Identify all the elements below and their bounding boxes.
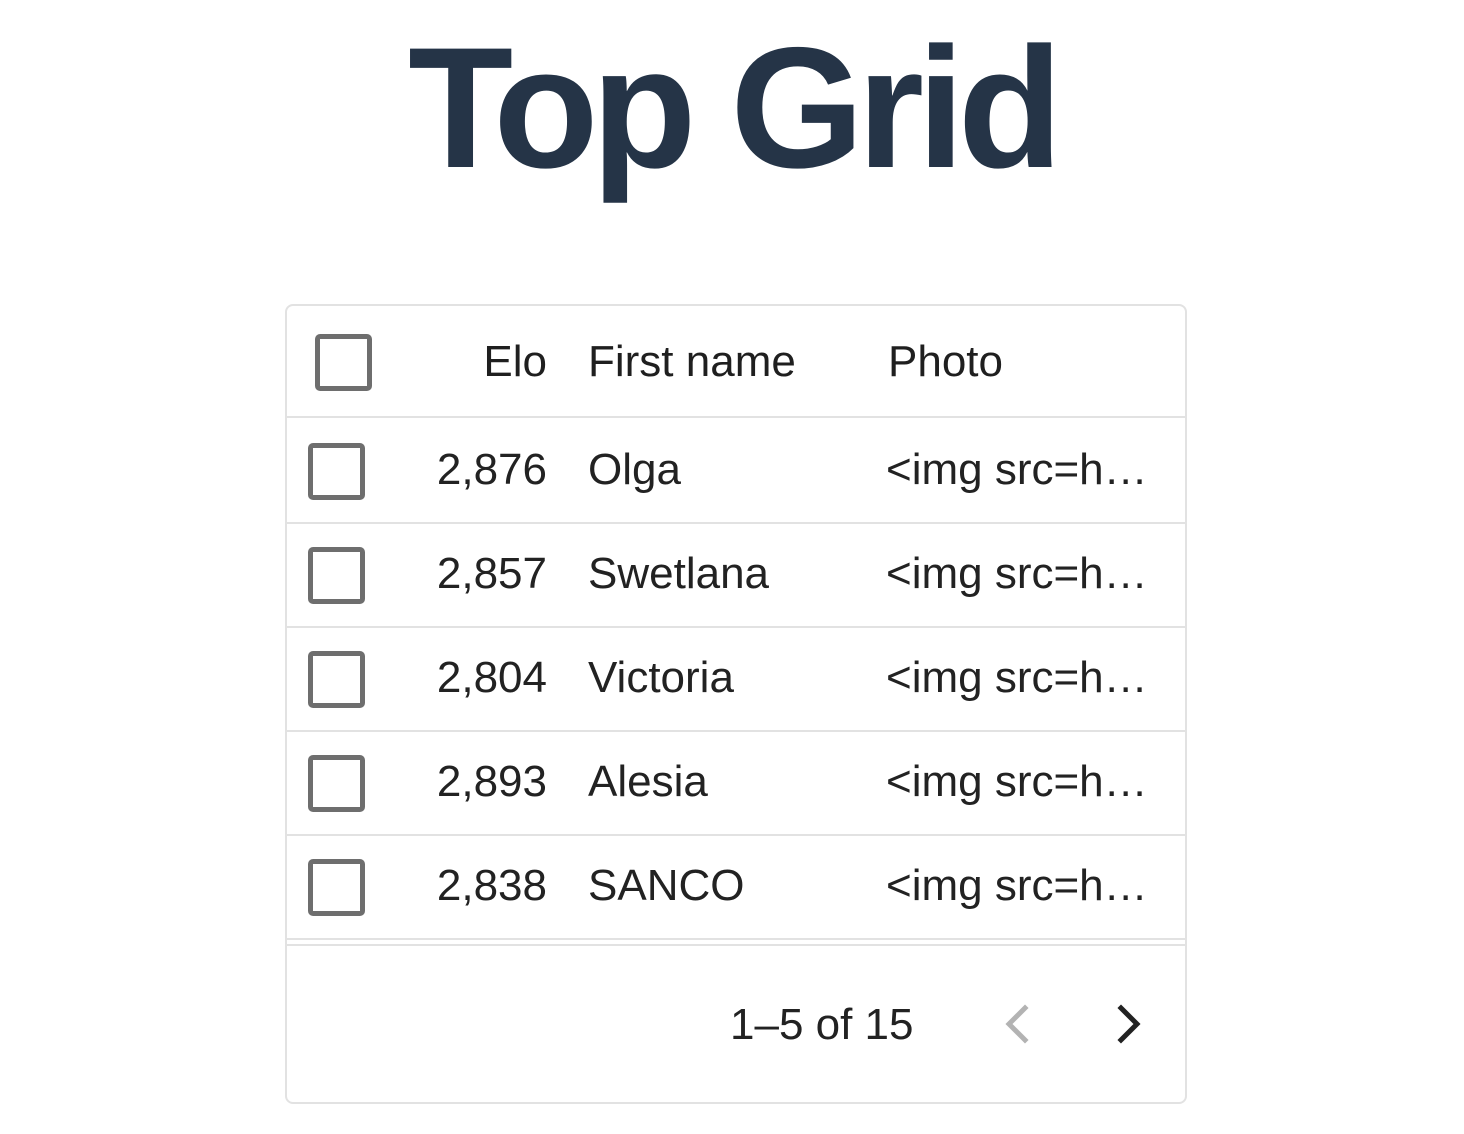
row-checkbox[interactable] xyxy=(308,443,365,500)
cell-photo: <img src=h… xyxy=(886,653,1148,702)
table-row[interactable]: 2,838 SANCO <img src=h… xyxy=(287,836,1185,940)
row-checkbox[interactable] xyxy=(308,859,365,916)
cell-elo: 2,893 xyxy=(436,757,547,806)
cell-first-name: Olga xyxy=(588,445,681,494)
cell-elo: 2,838 xyxy=(436,861,547,910)
grid-footer: 1–5 of 15 xyxy=(287,946,1185,1102)
column-header-first-name[interactable]: First name xyxy=(588,336,858,388)
table-row[interactable]: 2,893 Alesia <img src=h… xyxy=(287,732,1185,836)
next-page-button[interactable] xyxy=(1099,994,1159,1054)
row-checkbox[interactable] xyxy=(308,755,365,812)
page-title: Top Grid xyxy=(408,12,1063,204)
row-checkbox[interactable] xyxy=(308,547,365,604)
cell-first-name: SANCO xyxy=(588,861,745,910)
cell-first-name: Alesia xyxy=(588,757,708,806)
table-row[interactable]: 2,857 Swetlana <img src=h… xyxy=(287,524,1185,628)
cell-photo: <img src=h… xyxy=(886,757,1148,806)
pagination-range: 1–5 of 15 xyxy=(730,1000,914,1049)
table-row[interactable]: 2,804 Victoria <img src=h… xyxy=(287,628,1185,732)
column-header-elo[interactable]: Elo xyxy=(387,336,547,388)
chevron-left-icon xyxy=(1005,1004,1029,1044)
cell-first-name: Victoria xyxy=(588,653,734,702)
cell-elo: 2,876 xyxy=(436,445,547,494)
cell-photo: <img src=h… xyxy=(886,445,1148,494)
cell-photo: <img src=h… xyxy=(886,549,1148,598)
cell-elo: 2,857 xyxy=(436,549,547,598)
select-all-checkbox[interactable] xyxy=(315,334,372,391)
cell-photo: <img src=h… xyxy=(886,861,1148,910)
data-grid: Elo First name Photo 2,876 Olga <img src… xyxy=(285,304,1187,1104)
table-row[interactable]: 2,876 Olga <img src=h… xyxy=(287,420,1185,524)
grid-header: Elo First name Photo xyxy=(287,306,1185,418)
cell-first-name: Swetlana xyxy=(588,549,770,598)
row-checkbox[interactable] xyxy=(308,651,365,708)
cell-elo: 2,804 xyxy=(436,653,547,702)
chevron-right-icon xyxy=(1117,1004,1141,1044)
previous-page-button[interactable] xyxy=(989,994,1049,1054)
column-header-photo[interactable]: Photo xyxy=(888,336,1168,388)
